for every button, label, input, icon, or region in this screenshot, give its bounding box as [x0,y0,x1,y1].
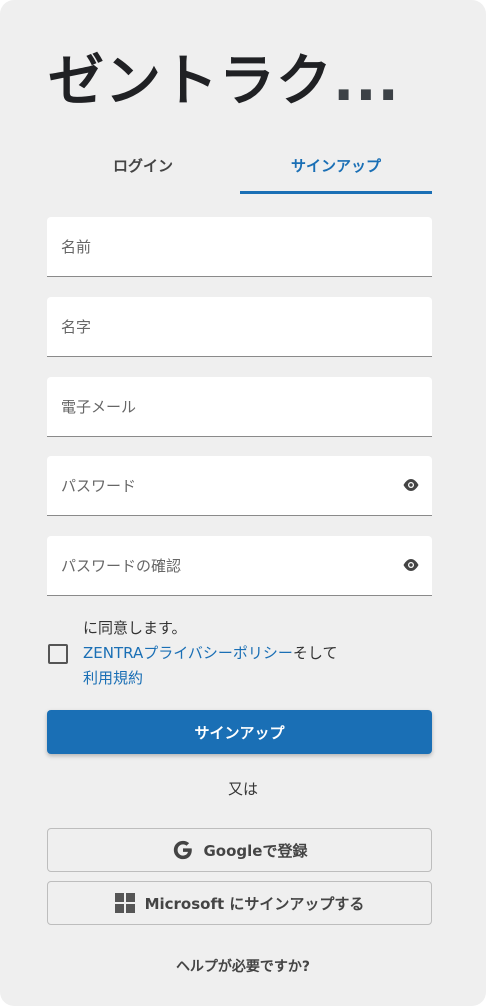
password-field-container [47,456,432,516]
last-name-field-container [47,297,432,357]
brand-name: ZENTRA [83,644,144,662]
google-button-label: Googleで登録 [203,841,308,860]
or-divider: 又は [227,780,258,798]
google-icon [173,840,192,860]
privacy-policy-link[interactable]: ZENTRAプライバシーポリシー [83,644,293,662]
terms-link[interactable]: 利用規約 [83,669,143,687]
page-title: ゼントラク... [48,36,448,117]
auth-tabs: ログイン サインアップ [47,148,432,194]
tab-login[interactable]: ログイン [47,148,239,194]
password-input[interactable] [47,456,432,515]
email-field-container [47,377,432,437]
last-name-input[interactable] [47,297,432,356]
agreement-row: に同意します。 ZENTRAプライバシーポリシーそして 利用規約 [47,616,432,696]
eye-icon[interactable] [402,478,420,492]
help-link[interactable]: ヘルプが必要ですか? [0,956,486,976]
agree-checkbox[interactable] [48,644,68,664]
first-name-input[interactable] [47,217,432,276]
email-input[interactable] [47,377,432,436]
google-signup-button[interactable]: Googleで登録 [47,828,432,872]
first-name-field-container [47,217,432,277]
title-text: ゼントラク [48,49,333,114]
title-ellipsis: ... [333,49,400,114]
signup-panel: ゼントラク... ログイン サインアップ に同意します。 [0,0,486,1006]
microsoft-icon [114,893,135,913]
microsoft-signup-button[interactable]: Microsoft にサインアップする [47,881,432,925]
signup-button[interactable]: サインアップ [47,710,432,754]
tab-signup[interactable]: サインアップ [240,148,432,194]
agreement-conjunction: そして [292,644,338,662]
confirm-password-input[interactable] [47,536,432,595]
eye-icon[interactable] [402,558,420,572]
agreement-prefix: に同意します。 [83,619,187,637]
privacy-policy-label: プライバシーポリシー [143,644,293,662]
microsoft-button-label: Microsoft にサインアップする [144,894,365,913]
agreement-text: に同意します。 ZENTRAプライバシーポリシーそして 利用規約 [83,616,423,691]
confirm-password-field-container [47,536,432,596]
